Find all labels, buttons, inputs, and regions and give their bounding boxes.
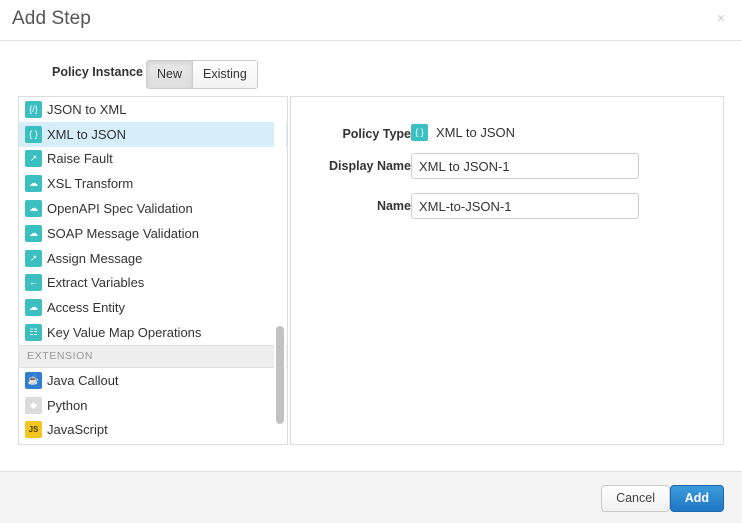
policy-instance-label: Policy Instance: [52, 65, 143, 79]
cancel-button[interactable]: Cancel: [601, 485, 670, 512]
list-item[interactable]: ☷ Key Value Map Operations: [19, 320, 288, 345]
close-icon[interactable]: ×: [711, 9, 731, 29]
list-item[interactable]: ☁ SOAP Message Validation: [19, 221, 288, 246]
list-item-label: Assign Message: [47, 251, 142, 266]
raise-fault-icon: ↗: [25, 150, 42, 167]
name-row: Name: [291, 193, 725, 221]
assign-message-icon: ↗: [25, 250, 42, 267]
list-item-label: XML to JSON: [47, 127, 126, 142]
list-item[interactable]: ☁ Access Entity: [19, 295, 288, 320]
list-item-label: SOAP Message Validation: [47, 226, 199, 241]
policy-detail-panel: Policy Type { } XML to JSON Display Name…: [290, 96, 724, 445]
list-item-label: OpenAPI Spec Validation: [47, 201, 193, 216]
policy-list-scroll-thumb[interactable]: [276, 326, 284, 424]
list-item-label: JSON to XML: [47, 102, 126, 117]
java-icon: ☕: [25, 372, 42, 389]
extract-variables-icon: ←: [25, 274, 42, 291]
name-input[interactable]: [411, 193, 639, 219]
policy-group-header: EXTENSION: [19, 345, 288, 368]
dialog-footer: Cancel Add: [0, 471, 742, 523]
list-item[interactable]: ↗ Raise Fault: [19, 147, 288, 172]
list-item[interactable]: ☁ XSL Transform: [19, 171, 288, 196]
list-item[interactable]: ← Extract Variables: [19, 271, 288, 296]
xml-to-json-icon: { }: [25, 126, 42, 143]
display-name-input[interactable]: [411, 153, 639, 179]
display-name-row: Display Name: [291, 153, 725, 181]
python-icon: ◆: [25, 397, 42, 414]
list-item[interactable]: {/} JSON to XML: [19, 97, 288, 122]
list-item-label: Key Value Map Operations: [47, 325, 201, 340]
list-item[interactable]: ◆ Python: [19, 393, 288, 418]
name-label: Name: [377, 199, 411, 213]
add-button[interactable]: Add: [670, 485, 724, 512]
list-item[interactable]: ☕ Java Callout: [19, 368, 288, 393]
policy-list-scrollbar[interactable]: [274, 98, 286, 443]
list-item-label: Access Entity: [47, 300, 125, 315]
policy-type-row: Policy Type { } XML to JSON: [291, 121, 725, 149]
policy-type-label: Policy Type: [342, 127, 411, 141]
policy-list-panel: {/} JSON to XML { } XML to JSON ↗ Raise Fault…: [18, 96, 288, 445]
list-item-label: Python: [47, 398, 87, 413]
policy-type-value: { } XML to JSON: [411, 124, 515, 141]
page-title: Add Step: [12, 8, 91, 30]
list-item-label: Extract Variables: [47, 275, 144, 290]
access-entity-icon: ☁: [25, 299, 42, 316]
json-to-xml-icon: {/}: [25, 101, 42, 118]
javascript-icon: JS: [25, 421, 42, 438]
policy-instance-option-new[interactable]: New: [147, 61, 192, 88]
policy-type-value-label: XML to JSON: [436, 125, 515, 140]
list-item-label: JavaScript: [47, 422, 108, 437]
xml-to-json-icon: { }: [411, 124, 428, 141]
list-item-label: Raise Fault: [47, 151, 113, 166]
list-item[interactable]: ☁ OpenAPI Spec Validation: [19, 196, 288, 221]
list-item-label: XSL Transform: [47, 176, 133, 191]
list-item[interactable]: JS JavaScript: [19, 418, 288, 443]
soap-message-validation-icon: ☁: [25, 225, 42, 242]
policy-instance-option-existing[interactable]: Existing: [192, 61, 257, 88]
list-item-label: Java Callout: [47, 373, 119, 388]
policy-instance-row: Policy Instance New Existing: [0, 60, 742, 88]
list-item[interactable]: { } XML to JSON: [19, 122, 288, 147]
display-name-label: Display Name: [329, 159, 411, 173]
dialog-header: Add Step ×: [0, 0, 742, 41]
policy-instance-toggle-group[interactable]: New Existing: [146, 60, 258, 89]
list-item[interactable]: ↗ Assign Message: [19, 246, 288, 271]
key-value-map-operations-icon: ☷: [25, 324, 42, 341]
openapi-spec-validation-icon: ☁: [25, 200, 42, 217]
xsl-transform-icon: ☁: [25, 175, 42, 192]
policy-list[interactable]: {/} JSON to XML { } XML to JSON ↗ Raise Fault…: [19, 97, 288, 444]
